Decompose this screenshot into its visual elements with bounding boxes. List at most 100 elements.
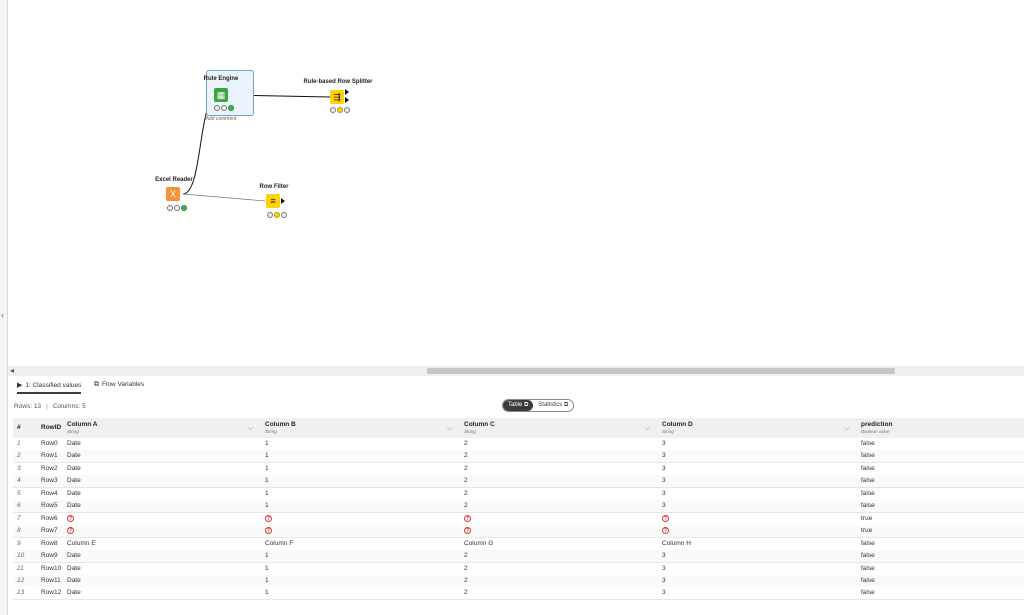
missing-value-marker: ? <box>67 527 74 535</box>
table-cell: false <box>861 440 875 447</box>
workflow-canvas[interactable]: Rule Engine ▦ Add comment Rule-based Row… <box>8 0 1024 366</box>
table-cell: Row4 <box>41 489 58 497</box>
node-status-lights <box>267 212 287 218</box>
table-cell: 2 <box>464 440 468 447</box>
missing-value-marker: ? <box>67 514 74 522</box>
table-cell: 2 <box>464 564 468 572</box>
canvas-horizontal-scrollbar[interactable]: ◂ <box>8 366 1024 376</box>
table-cell: 2 <box>464 552 468 560</box>
table-row[interactable]: 5 Row4 Date 1 2 3 false <box>13 487 1024 501</box>
table-cell: 3 <box>662 489 666 497</box>
header-column-d[interactable]: Column D String <box>662 421 693 434</box>
chevron-down-icon[interactable]: ⌵ <box>248 425 253 433</box>
table-cell: 3 <box>17 464 21 472</box>
rows-count: Rows: 13 <box>14 403 42 410</box>
table-cell: 1 <box>265 440 269 447</box>
table-row[interactable]: 10 Row9 Date 1 2 3 false <box>13 550 1024 564</box>
table-cell: false <box>861 502 875 510</box>
table-cell: 2 <box>464 464 468 472</box>
table-header: # RowID Column A String ⌵ Column B String … <box>13 418 1024 439</box>
row-filter-icon[interactable]: ≡ <box>266 194 280 208</box>
table-row[interactable]: 8 Row7???? true <box>13 525 1024 539</box>
table-row[interactable]: 3 Row2 Date 1 2 3 false <box>13 462 1024 476</box>
node-title: Row Filter <box>259 184 289 190</box>
table-cell: Date <box>67 452 81 460</box>
table-cell: 1 <box>265 576 269 584</box>
table-cell: Row3 <box>41 477 58 485</box>
table-cell: false <box>861 576 875 584</box>
table-cell: 1 <box>265 589 269 597</box>
missing-value-marker: ? <box>265 514 272 522</box>
output-port-icon[interactable] <box>281 198 285 204</box>
output-port-icon[interactable] <box>345 89 349 95</box>
table-cell: Row8 <box>41 539 58 547</box>
table-cell: Column F <box>265 539 294 547</box>
table-cell: true <box>861 514 873 522</box>
chevron-left-icon[interactable]: ‹ <box>1 310 4 320</box>
table-row[interactable]: 7 Row6???? true <box>13 512 1024 526</box>
missing-value-icon: ? <box>464 527 471 535</box>
table-cell: 3 <box>662 452 666 460</box>
table-cell: 1 <box>265 502 269 510</box>
table-cell: Column E <box>67 539 96 547</box>
header-column-b[interactable]: Column B String <box>265 421 296 434</box>
table-row[interactable]: 13 Row12 Date 1 2 3 false <box>13 587 1024 601</box>
table-cell: 3 <box>662 464 666 472</box>
missing-value-icon: ? <box>662 514 669 522</box>
table-row[interactable]: 2 Row1 Date 1 2 3 false <box>13 450 1024 464</box>
splitter-icon[interactable]: ⇶ <box>330 90 344 104</box>
table-cell: 1 <box>17 440 21 447</box>
table-cell: 5 <box>17 489 21 497</box>
left-panel-strip[interactable]: ‹ <box>0 0 8 615</box>
tab-classified-values[interactable]: ▶ 1: Classified values <box>17 381 82 394</box>
missing-value-marker: ? <box>464 527 471 535</box>
table-cell: Column H <box>662 539 691 547</box>
table-view-button[interactable]: Table ⧉ <box>503 400 534 411</box>
table-cell: false <box>861 477 875 485</box>
chevron-down-icon[interactable]: ⌵ <box>645 425 650 433</box>
table-cell: 10 <box>17 552 25 560</box>
header-prediction[interactable]: prediction Boolean value <box>861 421 892 434</box>
scroll-left-icon[interactable]: ◂ <box>10 366 14 376</box>
header-column-a[interactable]: Column A String <box>67 421 97 434</box>
table-cell: false <box>861 589 875 597</box>
missing-value-marker: ? <box>265 527 272 535</box>
excel-reader-icon[interactable]: X <box>166 187 180 201</box>
table-cell: 1 <box>265 564 269 572</box>
chevron-down-icon[interactable]: ⌵ <box>447 425 452 433</box>
table-cell: 3 <box>662 477 666 485</box>
table-cell: 2 <box>464 489 468 497</box>
missing-value-icon: ? <box>464 514 471 522</box>
table-cell: Date <box>67 464 81 472</box>
table-cell: 3 <box>662 589 666 597</box>
tab-label: Flow Variables <box>102 381 145 388</box>
view-toggle[interactable]: Table ⧉ Statistics ⧉ <box>502 399 575 412</box>
add-comment-label[interactable]: Add comment <box>206 116 237 122</box>
table-cell: 12 <box>17 576 25 584</box>
table-row[interactable]: 4 Row3 Date 1 2 3 false <box>13 475 1024 489</box>
rule-engine-icon[interactable]: ▦ <box>214 88 228 102</box>
table-row[interactable]: 1 Row0 Date 1 2 3 false <box>13 438 1024 451</box>
scrollbar-thumb[interactable] <box>427 368 895 374</box>
output-port-icon[interactable] <box>345 97 349 103</box>
missing-value-marker: ? <box>662 527 669 535</box>
table-row[interactable]: 9 Row8 Column E Column F Column G Column H fal… <box>13 537 1024 551</box>
table-cell: Row0 <box>41 440 58 447</box>
table-cell: Date <box>67 589 81 597</box>
header-column-c[interactable]: Column C String <box>464 421 495 434</box>
table-cell: Row10 <box>41 564 62 572</box>
toggle-label: Statistics <box>538 402 563 408</box>
table-row[interactable]: 6 Row5 Date 1 2 3 false <box>13 500 1024 514</box>
header-rowid[interactable]: RowID <box>41 424 61 431</box>
table-row[interactable]: 11 Row10 Date 1 2 3 false <box>13 562 1024 576</box>
table-cell: 9 <box>17 539 21 547</box>
tab-flow-variables[interactable]: ⧉ Flow Variables <box>94 381 144 389</box>
table-cell: Date <box>67 477 81 485</box>
missing-value-marker: ? <box>662 514 669 522</box>
statistics-view-button[interactable]: Statistics ⧉ <box>533 400 573 411</box>
flow-variables-icon: ⧉ <box>94 381 99 388</box>
missing-value-icon: ? <box>67 514 74 522</box>
table-cell: 2 <box>464 576 468 584</box>
table-row[interactable]: 12 Row11 Date 1 2 3 false <box>13 574 1024 588</box>
chevron-down-icon[interactable]: ⌵ <box>844 425 849 433</box>
